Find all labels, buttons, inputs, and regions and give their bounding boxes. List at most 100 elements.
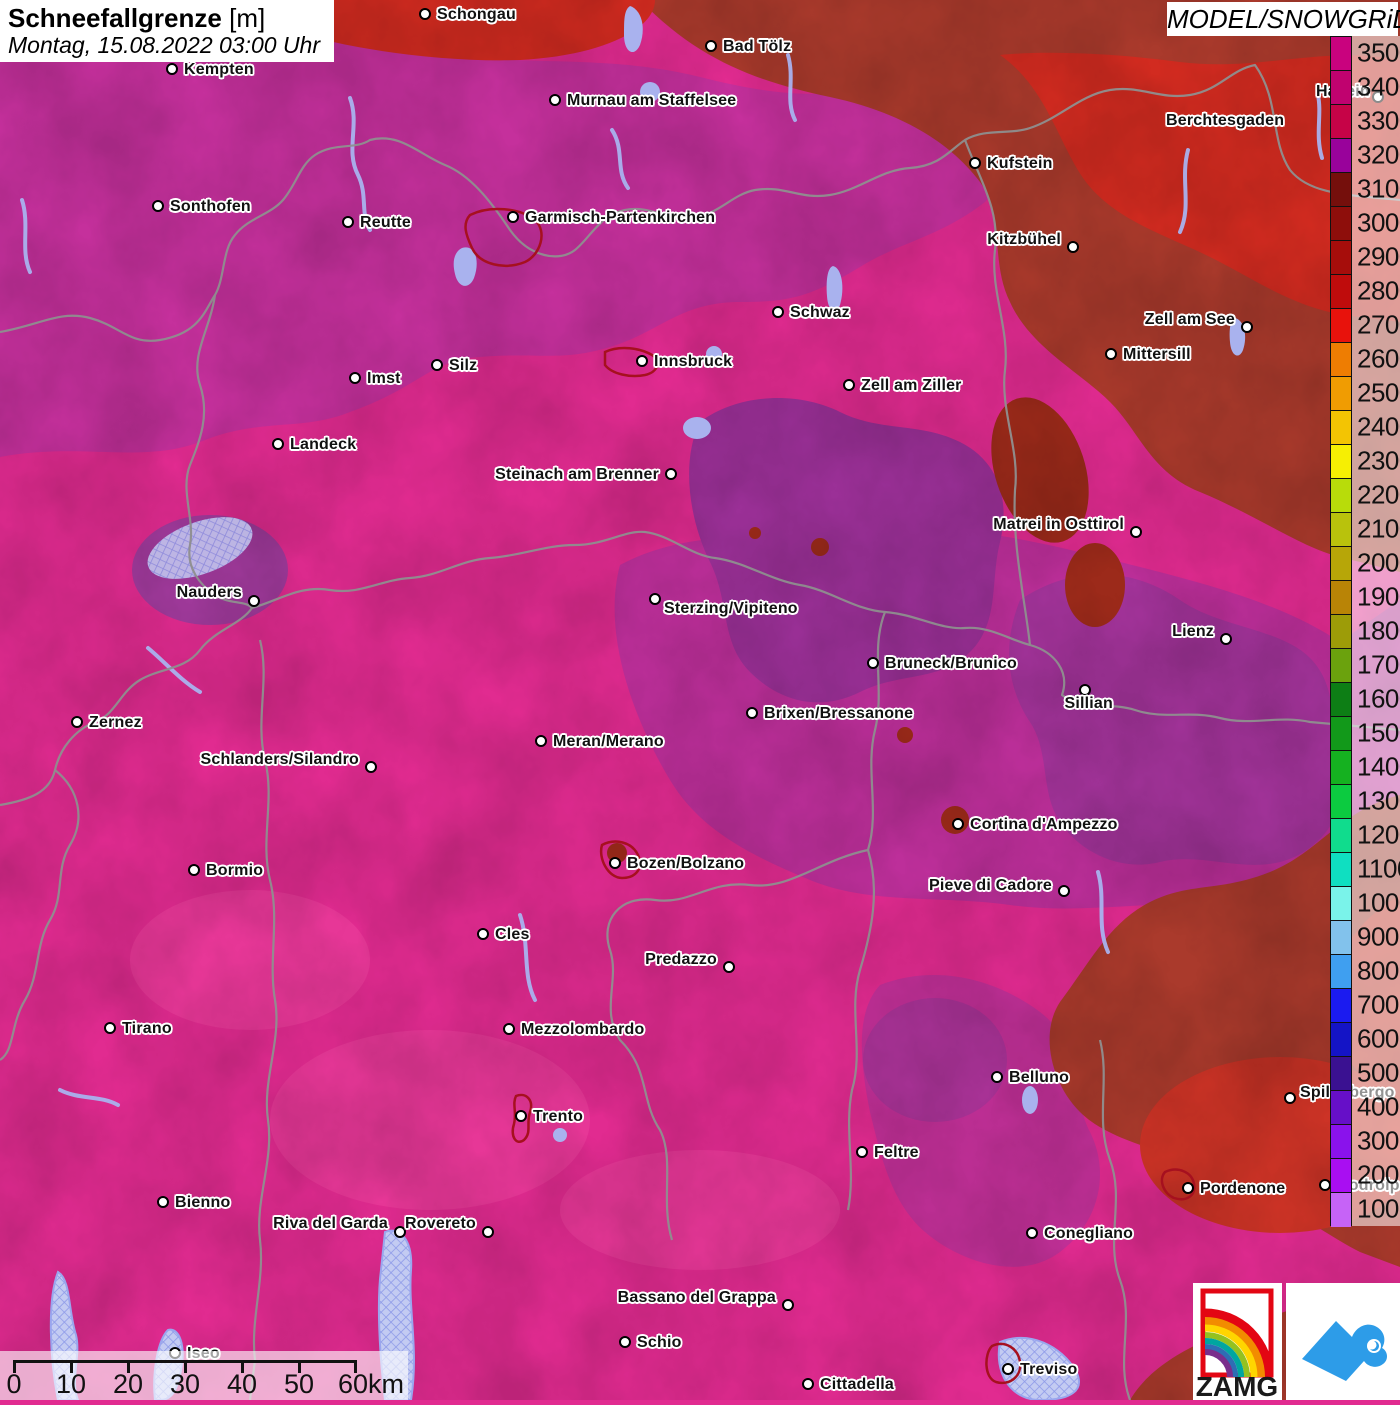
town-dot <box>952 818 964 830</box>
town-label: Reutte <box>360 214 411 232</box>
colorbar-segment-3000 <box>1331 207 1351 241</box>
town-label: Cittadella <box>820 1376 894 1394</box>
town-dot <box>349 372 361 384</box>
town-label: Berchtesgaden <box>1166 112 1284 130</box>
town-dot <box>365 761 377 773</box>
colorbar-segment-2600 <box>1331 343 1351 377</box>
town-label: Lienz <box>1172 623 1214 641</box>
town-dot <box>619 1336 631 1348</box>
town-label: Bruneck/Brunico <box>885 655 1017 673</box>
town-label: Imst <box>367 370 401 388</box>
town-label: Sterzing/Vipiteno <box>664 600 798 618</box>
scalebar: 60km 01020304050 <box>0 1351 408 1400</box>
town-dot <box>1002 1363 1014 1375</box>
colorbar-label-800: 800 <box>1357 956 1399 987</box>
town-label: Pordenone <box>1200 1180 1285 1198</box>
town-label: Cles <box>495 926 530 944</box>
town-label: Trento <box>533 1108 583 1126</box>
town-dot <box>649 593 661 605</box>
town-dot <box>1182 1182 1194 1194</box>
town-label: Zell am Ziller <box>861 377 962 395</box>
town-dot <box>549 94 561 106</box>
town-dot <box>152 200 164 212</box>
colorbar-segment-1200 <box>1331 819 1351 853</box>
colorbar-segment-2300 <box>1331 445 1351 479</box>
model-name-box: MODEL/SNOWGRiD <box>1167 2 1398 36</box>
town-label: Garmisch-Partenkirchen <box>525 209 715 227</box>
colorbar-segment-1300 <box>1331 785 1351 819</box>
town-dot <box>477 928 489 940</box>
colorbar-segment-3200 <box>1331 139 1351 173</box>
scalebar-tick <box>354 1360 357 1373</box>
town-label: Bassano del Grappa <box>618 1289 776 1307</box>
town-dot <box>188 864 200 876</box>
town-dot <box>507 211 519 223</box>
colorbar-label-500: 500 <box>1357 1058 1399 1089</box>
colorbar-label-2400: 2400 <box>1357 412 1400 443</box>
colorbar-label-2600: 2600 <box>1357 344 1400 375</box>
town-dot <box>782 1299 794 1311</box>
town-dot <box>166 63 178 75</box>
town-label: Meran/Merano <box>553 733 664 751</box>
timestamp: Montag, 15.08.2022 03:00 Uhr <box>8 32 334 58</box>
town-dot <box>1058 885 1070 897</box>
blue-mountain-icon <box>1286 1283 1400 1400</box>
colorbar-segment-3500 <box>1331 37 1351 71</box>
town-label: Bad Tölz <box>723 38 791 56</box>
colorbar-label-3300: 3300 <box>1357 106 1400 137</box>
town-dot <box>482 1226 494 1238</box>
town-dot <box>1026 1227 1038 1239</box>
town-label: Schio <box>637 1334 682 1352</box>
scalebar-number: 0 <box>6 1369 21 1400</box>
town-label: Brixen/Bressanone <box>764 705 913 723</box>
colorbar-label-3000: 3000 <box>1357 208 1400 239</box>
town-label: Bormio <box>206 862 263 880</box>
colorbar-segment-1900 <box>1331 581 1351 615</box>
colorbar-segment-2500 <box>1331 377 1351 411</box>
title-text: Schneefallgrenze <box>8 3 222 33</box>
colorbar-label-1200: 1200 <box>1357 820 1400 851</box>
town-dot <box>856 1146 868 1158</box>
town-label: Tirano <box>122 1020 172 1038</box>
colorbar-label-900: 900 <box>1357 922 1399 953</box>
town-dot <box>1067 241 1079 253</box>
colorbar-label-1100: 1100 <box>1357 854 1400 885</box>
town-label: Treviso <box>1020 1361 1077 1379</box>
town-label: Schwaz <box>790 304 850 322</box>
town-label: Zernez <box>89 714 142 732</box>
colorbar-label-2700: 2700 <box>1357 310 1400 341</box>
town-dot <box>665 468 677 480</box>
colorbar-segment-400 <box>1331 1091 1351 1125</box>
town-label: Nauders <box>177 584 242 602</box>
town-label: Steinach am Brenner <box>495 466 659 484</box>
colorbar-segment-1600 <box>1331 683 1351 717</box>
title-unit: [m] <box>229 3 265 33</box>
colorbar-segment-2100 <box>1331 513 1351 547</box>
scalebar-number: 20 <box>113 1369 143 1400</box>
town-dot <box>1284 1092 1296 1104</box>
town-label: Kufstein <box>987 155 1053 173</box>
town-label: Schongau <box>437 6 516 24</box>
scalebar-number: 30 <box>170 1369 200 1400</box>
colorbar-segment-2800 <box>1331 275 1351 309</box>
town-dot <box>1130 526 1142 538</box>
town-label: Sonthofen <box>170 198 251 216</box>
town-dot <box>431 359 443 371</box>
colorbar-segment-3400 <box>1331 71 1351 105</box>
colorbar-label-2100: 2100 <box>1357 514 1400 545</box>
colorbar-segment-2700 <box>1331 309 1351 343</box>
colorbar-segment-700 <box>1331 989 1351 1023</box>
town-dot <box>746 707 758 719</box>
colorbar-label-1600: 1600 <box>1357 684 1400 715</box>
colorbar-label-300: 300 <box>1357 1126 1399 1157</box>
town-marker-layer: SchongauBad TölzKemptenMurnau am Staffel… <box>0 0 1400 1400</box>
colorbar-label-1300: 1300 <box>1357 786 1400 817</box>
zamg-logo-text: ZAMG <box>1196 1371 1278 1400</box>
colorbar-label-1800: 1800 <box>1357 616 1400 647</box>
town-label: Rovereto <box>405 1215 476 1233</box>
town-dot <box>802 1378 814 1390</box>
snowgrid-map-page: { "header": { "title": "Schneefallgrenze… <box>0 0 1400 1400</box>
zamg-logo: ZAMG <box>1193 1283 1282 1400</box>
zamg-rainbow-icon: ZAMG <box>1193 1283 1282 1400</box>
colorbar-label-1400: 1400 <box>1357 752 1400 783</box>
